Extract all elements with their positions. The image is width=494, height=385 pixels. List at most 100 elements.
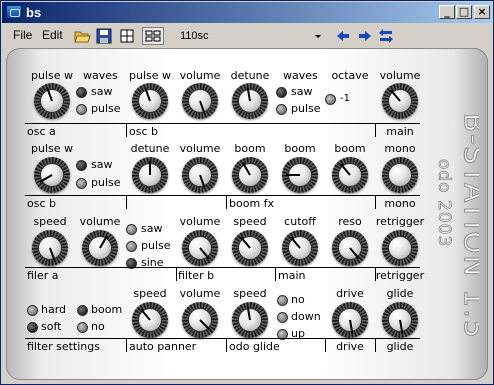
osc-b-pulse-led-2[interactable] (76, 178, 87, 189)
osc-a-pulse-label: pulse (91, 102, 121, 115)
osc-b-detune-knob[interactable] (232, 83, 268, 119)
glide-knob[interactable] (382, 302, 418, 338)
osc-a-pulse-width-knob[interactable] (34, 83, 70, 119)
glide-down-led[interactable] (277, 312, 288, 323)
reso-knob[interactable] (332, 230, 368, 266)
synth-panel: B-STATION 1.5 odo 2003 pulse w waves pul… (6, 48, 488, 380)
filter-b-speed-label: speed (233, 215, 267, 228)
osc-b-pulse-width-knob-2[interactable] (34, 157, 70, 193)
filter-a-speed-label: speed (33, 215, 67, 228)
minimize-icon: _ (444, 5, 450, 18)
hard-led[interactable] (27, 305, 38, 316)
swap-arrows-icon (379, 29, 393, 43)
filter-b-speed-knob[interactable] (232, 230, 268, 266)
osc-b-saw-label: saw (291, 85, 313, 98)
mono-label: mono (384, 142, 416, 155)
osc-b-pulse-led[interactable] (276, 104, 287, 115)
osc-b-saw-led-2[interactable] (76, 160, 87, 171)
boom-knob-3[interactable] (332, 157, 368, 193)
drive-label: drive (336, 287, 364, 300)
main-volume-label: volume (379, 69, 421, 82)
section-auto-panner: auto panner (129, 340, 197, 353)
osc-b-pulse-width-knob[interactable] (132, 83, 168, 119)
section-mono: mono (384, 197, 416, 210)
boom-led[interactable] (77, 305, 88, 316)
save-button[interactable] (95, 27, 113, 45)
brand-name: B-STATION 1.5 (458, 113, 479, 340)
section-retrigger: retrigger (375, 269, 425, 282)
waves-label-2: waves (283, 69, 318, 82)
octave-minus1-led[interactable] (325, 94, 336, 105)
row3-sep-1 (176, 267, 177, 281)
close-button[interactable]: × (474, 5, 490, 19)
preset-name: 110sc (180, 30, 209, 42)
osc-a-saw-led[interactable] (76, 87, 87, 98)
boom-label-3: boom (334, 142, 366, 155)
layout-button[interactable] (142, 27, 164, 45)
no-led-filter[interactable] (77, 322, 88, 333)
glide-no-led[interactable] (277, 295, 288, 306)
osc-b-volume-knob-2[interactable] (182, 157, 218, 193)
copy-settings-button[interactable] (118, 27, 136, 45)
octave-minus1-label: -1 (340, 93, 350, 104)
maximize-icon: □ (458, 5, 470, 18)
section-boom-fx: boom fx (229, 197, 275, 210)
filter-saw-label: saw (141, 222, 163, 235)
osc-b-saw-led[interactable] (276, 87, 287, 98)
drive-knob[interactable] (332, 302, 368, 338)
osc-b-volume-label: volume (179, 69, 221, 82)
filter-pulse-led[interactable] (126, 241, 137, 252)
osc-b-detune-label: detune (230, 69, 270, 82)
title-bar[interactable]: bs _ □ × (2, 2, 492, 23)
next-preset-button[interactable] (356, 27, 374, 45)
brand-subtitle: odo 2003 (434, 159, 454, 247)
close-icon: × (477, 5, 487, 18)
section-main-1: main (386, 125, 414, 138)
row1-sep-1 (126, 123, 127, 137)
soft-label: soft (41, 320, 62, 333)
osc-a-pulse-width-label: pulse w (30, 69, 74, 82)
app-icon (6, 5, 22, 19)
app-window: bs _ □ × File Edit 110sc B-STATION 1.5 o… (0, 0, 494, 385)
row3-sep-2 (275, 267, 276, 281)
cutoff-knob[interactable] (282, 230, 318, 266)
row4-divider (25, 338, 420, 339)
filter-b-volume-knob[interactable] (182, 230, 218, 266)
osc-b-pulse-width-label: pulse w (128, 69, 172, 82)
filter-a-volume-label: volume (79, 215, 121, 228)
osc-b-pulse-label-2: pulse (91, 176, 121, 189)
osc-b-volume-knob[interactable] (182, 83, 218, 119)
volume-label-2: volume (179, 142, 221, 155)
main-volume-knob[interactable] (382, 83, 418, 119)
maximize-button[interactable]: □ (456, 5, 472, 19)
soft-led[interactable] (27, 322, 38, 333)
filter-a-volume-knob[interactable] (82, 230, 118, 266)
mono-button[interactable] (382, 157, 418, 193)
minimize-button[interactable]: _ (439, 5, 455, 19)
preset-dropdown[interactable] (313, 27, 323, 45)
odo-glide-speed-knob[interactable] (232, 302, 268, 338)
glide-down-label: down (291, 310, 321, 323)
boom-knob-2[interactable] (282, 157, 318, 193)
swap-button[interactable] (377, 27, 395, 45)
section-osc-b-2: osc b (27, 197, 56, 210)
filter-a-speed-knob[interactable] (32, 230, 68, 266)
auto-panner-speed-knob[interactable] (132, 302, 168, 338)
retrigger-button[interactable] (382, 230, 418, 266)
save-icon (96, 28, 112, 44)
row2-divider (25, 195, 420, 196)
folder-open-icon (74, 31, 91, 43)
menu-edit[interactable]: Edit (42, 28, 63, 42)
boom-knob-1[interactable] (232, 157, 268, 193)
reso-label: reso (338, 215, 362, 228)
filter-saw-led[interactable] (126, 224, 137, 235)
osc-a-pulse-led[interactable] (76, 104, 87, 115)
osc-b-detune-knob-2[interactable] (132, 157, 168, 193)
arrow-right-icon (359, 31, 371, 41)
open-button[interactable] (73, 27, 91, 45)
menu-file[interactable]: File (13, 28, 32, 42)
osc-a-saw-label: saw (91, 85, 113, 98)
brand-logo: B-STATION 1.5 odo 2003 (434, 113, 479, 341)
auto-panner-volume-knob[interactable] (182, 302, 218, 338)
prev-preset-button[interactable] (334, 27, 352, 45)
